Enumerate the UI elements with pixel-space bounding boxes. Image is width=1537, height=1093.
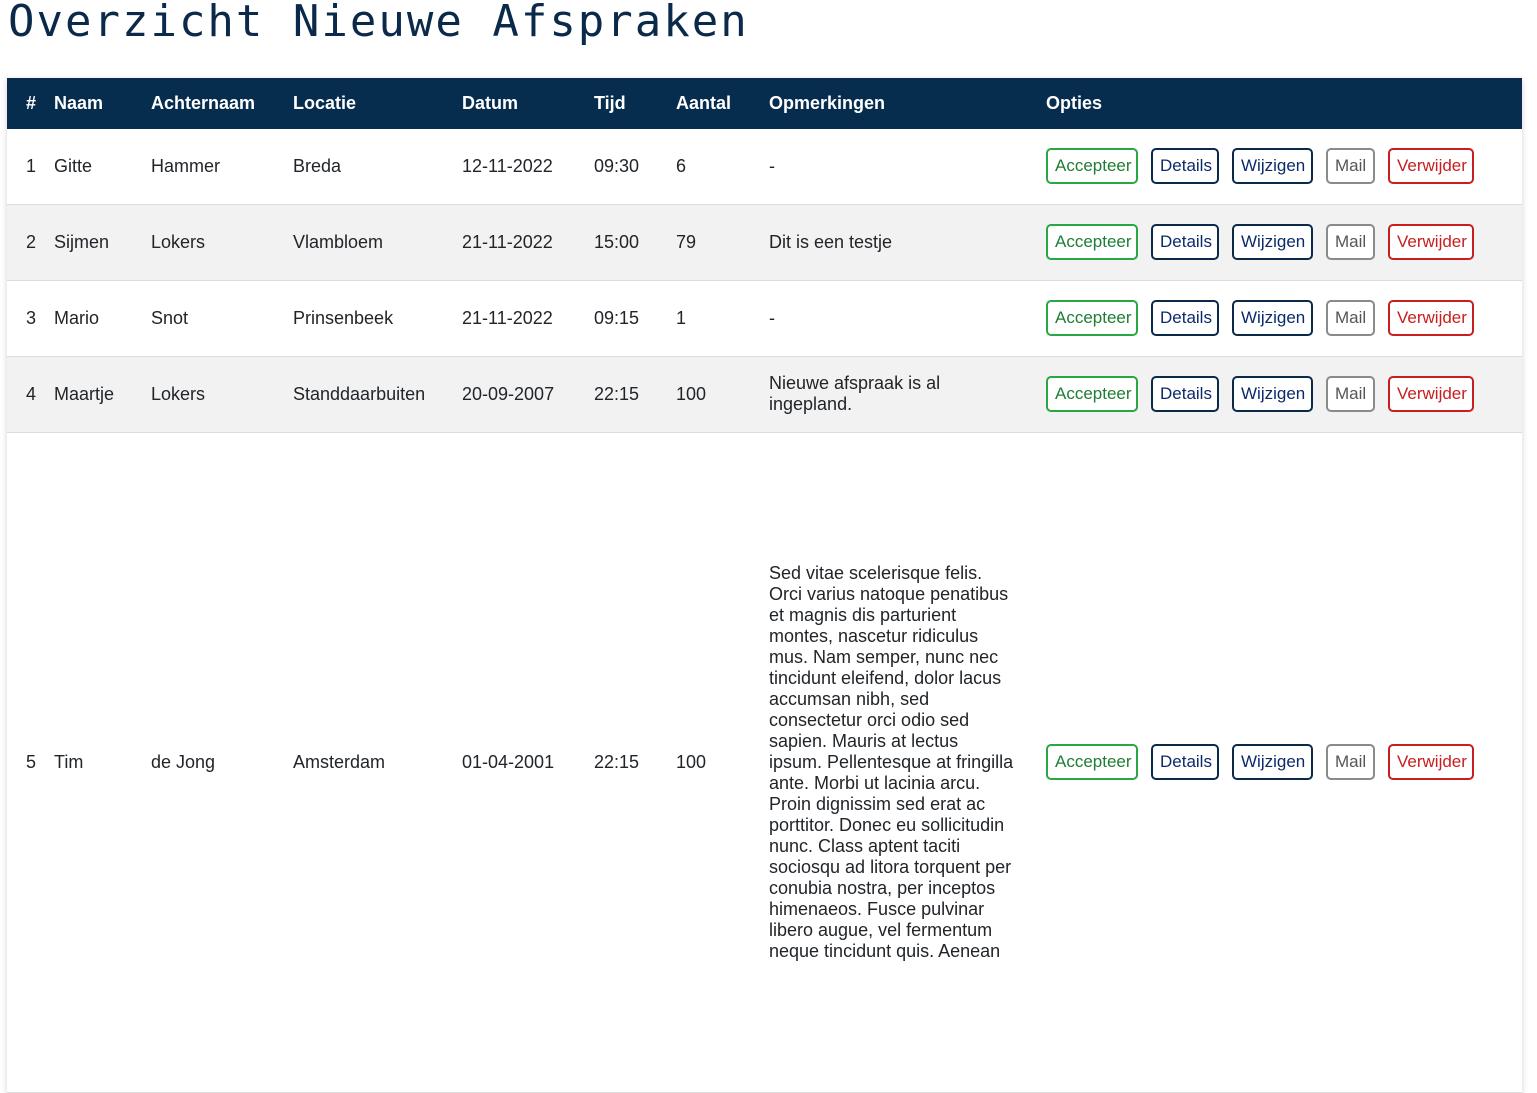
page-title: Overzicht Nieuwe Afspraken	[8, 0, 749, 47]
cell-opties: Accepteer Details Wijzigen Mail Verwijde…	[1046, 280, 1522, 356]
cell-datum: 21-11-2022	[462, 231, 553, 252]
row-options: Accepteer Details Wijzigen Mail Verwijde…	[1046, 376, 1522, 412]
accept-button[interactable]: Accepteer	[1046, 376, 1138, 412]
mail-button[interactable]: Mail	[1326, 224, 1375, 260]
cell-number: 5	[26, 751, 37, 772]
cell-number: 3	[26, 307, 37, 328]
cell-opmerkingen: -	[769, 307, 775, 328]
table-row: 1 Gitte Hammer Breda 12-11-2022 09:30 6 …	[7, 129, 1522, 204]
cell-aantal: 6	[676, 155, 687, 176]
details-button[interactable]: Details	[1151, 224, 1219, 260]
delete-button[interactable]: Verwijder	[1388, 376, 1474, 412]
accept-button[interactable]: Accepteer	[1046, 744, 1138, 780]
details-button[interactable]: Details	[1151, 300, 1219, 336]
cell-datum: 12-11-2022	[462, 155, 553, 176]
accept-button[interactable]: Accepteer	[1046, 224, 1138, 260]
cell-tijd: 15:00	[594, 231, 640, 252]
cell-aantal: 79	[676, 231, 697, 252]
cell-achternaam: Hammer	[151, 155, 221, 176]
mail-button[interactable]: Mail	[1326, 300, 1375, 336]
header-opties: Opties	[1046, 93, 1103, 113]
header-number: #	[26, 93, 37, 113]
cell-datum: 01-04-2001	[462, 751, 555, 772]
accept-button[interactable]: Accepteer	[1046, 300, 1138, 336]
appointments-table-container: # Naam Achternaam Locatie Datum Tijd Aan…	[7, 78, 1522, 1093]
delete-button[interactable]: Verwijder	[1388, 224, 1474, 260]
cell-number: 2	[26, 231, 37, 252]
cell-achternaam: de Jong	[151, 751, 216, 772]
delete-button[interactable]: Verwijder	[1388, 148, 1474, 185]
cell-locatie: Prinsenbeek	[293, 307, 394, 328]
delete-button[interactable]: Verwijder	[1388, 744, 1474, 780]
details-button[interactable]: Details	[1151, 376, 1219, 412]
header-tijd: Tijd	[594, 93, 626, 113]
details-button[interactable]: Details	[1151, 148, 1219, 185]
cell-achternaam: Lokers	[151, 383, 206, 404]
cell-opmerkingen: -	[769, 155, 775, 176]
cell-datum: 20-09-2007	[462, 383, 555, 404]
row-options: Accepteer Details Wijzigen Mail Verwijde…	[1046, 148, 1522, 185]
cell-locatie: Breda	[293, 155, 342, 176]
edit-button[interactable]: Wijzigen	[1232, 300, 1313, 336]
cell-datum: 21-11-2022	[462, 307, 553, 328]
cell-opties: Accepteer Details Wijzigen Mail Verwijde…	[1046, 204, 1522, 280]
header-aantal: Aantal	[676, 93, 732, 113]
header-opmerkingen: Opmerkingen	[769, 93, 886, 113]
cell-opmerkingen: Dit is een testje	[769, 231, 893, 252]
header-datum: Datum	[462, 93, 519, 113]
table-row: 5 Tim de Jong Amsterdam 01-04-2001 22:15…	[7, 432, 1522, 1092]
table-row: 2 Sijmen Lokers Vlambloem 21-11-2022 15:…	[7, 204, 1522, 280]
cell-locatie: Vlambloem	[293, 231, 384, 252]
cell-opties: Accepteer Details Wijzigen Mail Verwijde…	[1046, 432, 1522, 1092]
cell-aantal: 100	[676, 751, 707, 772]
details-button[interactable]: Details	[1151, 744, 1219, 780]
cell-naam: Maartje	[54, 383, 115, 404]
cell-number: 1	[26, 155, 37, 176]
cell-achternaam: Snot	[151, 307, 189, 328]
cell-tijd: 22:15	[594, 383, 640, 404]
edit-button[interactable]: Wijzigen	[1232, 376, 1313, 412]
row-options: Accepteer Details Wijzigen Mail Verwijde…	[1046, 224, 1522, 260]
header-locatie: Locatie	[293, 93, 357, 113]
cell-locatie: Standdaarbuiten	[293, 383, 426, 404]
cell-achternaam: Lokers	[151, 231, 206, 252]
mail-button[interactable]: Mail	[1326, 376, 1375, 412]
accept-button[interactable]: Accepteer	[1046, 148, 1138, 185]
delete-button[interactable]: Verwijder	[1388, 300, 1474, 336]
cell-locatie: Amsterdam	[293, 751, 386, 772]
appointments-table: # Naam Achternaam Locatie Datum Tijd Aan…	[7, 78, 1522, 1093]
cell-opmerkingen: Sed vitae scelerisque felis. Orci varius…	[769, 562, 1014, 961]
table-row: 3 Mario Snot Prinsenbeek 21-11-2022 09:1…	[7, 280, 1522, 356]
cell-tijd: 09:15	[594, 307, 640, 328]
row-options: Accepteer Details Wijzigen Mail Verwijde…	[1046, 744, 1522, 780]
cell-naam: Sijmen	[54, 231, 110, 252]
header-naam: Naam	[54, 93, 104, 113]
cell-number: 4	[26, 383, 37, 404]
mail-button[interactable]: Mail	[1326, 744, 1375, 780]
table-header-row: # Naam Achternaam Locatie Datum Tijd Aan…	[7, 78, 1522, 129]
cell-aantal: 1	[676, 307, 687, 328]
cell-tijd: 09:30	[594, 155, 640, 176]
row-options: Accepteer Details Wijzigen Mail Verwijde…	[1046, 300, 1522, 336]
cell-tijd: 22:15	[594, 751, 640, 772]
edit-button[interactable]: Wijzigen	[1232, 224, 1313, 260]
table-row: 4 Maartje Lokers Standdaarbuiten 20-09-2…	[7, 356, 1522, 432]
cell-opmerkingen: Nieuwe afspraak is al ingepland.	[769, 373, 941, 414]
header-achternaam: Achternaam	[151, 93, 256, 113]
cell-opties: Accepteer Details Wijzigen Mail Verwijde…	[1046, 129, 1522, 204]
cell-opties: Accepteer Details Wijzigen Mail Verwijde…	[1046, 356, 1522, 432]
cell-naam: Gitte	[54, 155, 93, 176]
cell-naam: Mario	[54, 307, 100, 328]
edit-button[interactable]: Wijzigen	[1232, 744, 1313, 780]
cell-naam: Tim	[54, 751, 84, 772]
edit-button[interactable]: Wijzigen	[1232, 148, 1313, 185]
cell-aantal: 100	[676, 383, 707, 404]
mail-button[interactable]: Mail	[1326, 148, 1375, 185]
